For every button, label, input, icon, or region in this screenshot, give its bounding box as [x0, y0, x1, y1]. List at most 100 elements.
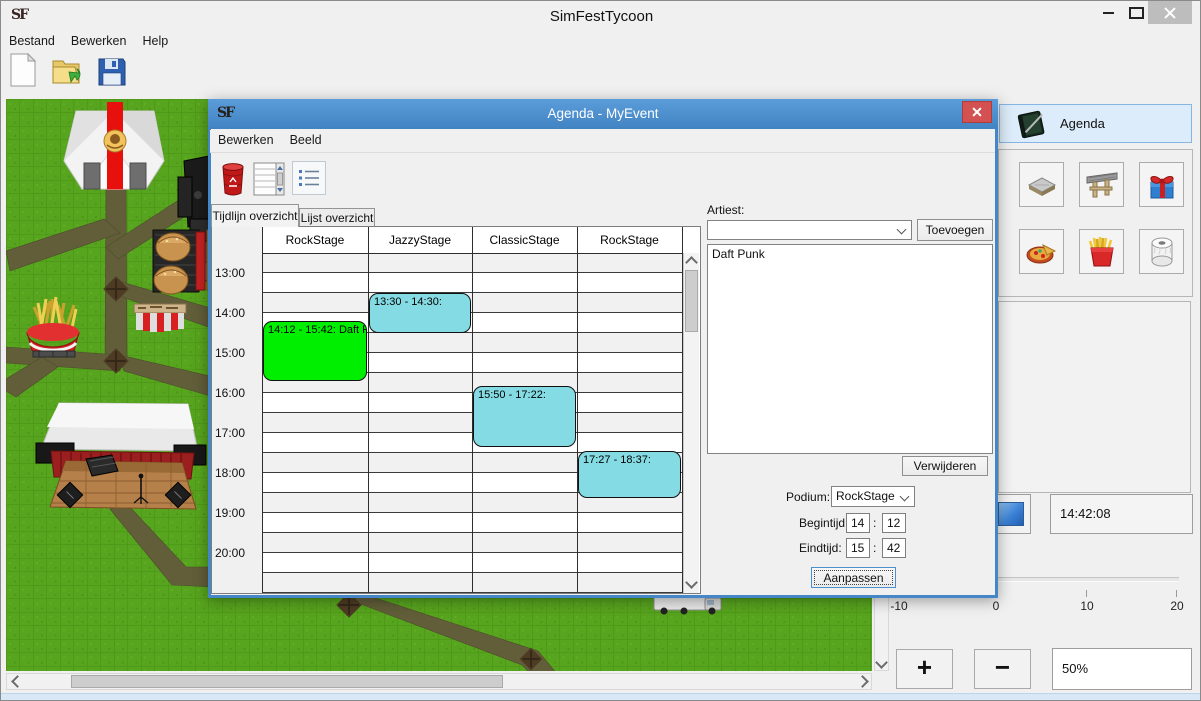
stage-column-header: ClassicStage [472, 227, 577, 253]
time-label: 19:00 [215, 506, 260, 520]
dialog-titlebar[interactable]: SF Agenda - MyEvent [208, 99, 998, 129]
window-titlebar: SF SimFestTycoon [1, 1, 1201, 32]
time-label: 20:00 [215, 546, 260, 560]
dialog-menu-item-bewerken[interactable]: Bewerken [210, 130, 282, 149]
slider-label: -10 [890, 599, 907, 613]
slider-tick [1086, 590, 1087, 597]
tab-lijst-overzicht[interactable]: Lijst overzicht [299, 208, 375, 227]
begin-time-label: Begintijd: [799, 516, 848, 530]
main-toolbar [1, 51, 1201, 95]
open-file-button[interactable] [49, 52, 85, 90]
end-minute-field[interactable] [882, 538, 906, 558]
end-hour-field[interactable] [846, 538, 870, 558]
stage-structure-icon [1085, 169, 1119, 201]
schedule-event[interactable]: 15:50 - 17:22: [473, 386, 576, 447]
menu-item-bewerken[interactable]: Bewerken [63, 31, 135, 50]
pizza-icon [1025, 237, 1059, 267]
list-view-icon [253, 161, 285, 197]
item-button-toilet-paper[interactable] [1139, 229, 1184, 274]
slider-label: 10 [1080, 599, 1093, 613]
dialog-close-button[interactable] [962, 101, 992, 123]
main-stage[interactable] [36, 403, 206, 509]
speed-slider-track[interactable] [993, 577, 1179, 582]
grid-line [368, 227, 369, 593]
agenda-dialog: SF Agenda - MyEvent BewerkenBeeld [208, 99, 998, 598]
delete-event-button[interactable] [219, 161, 247, 197]
schedule-scrollbar[interactable] [683, 253, 699, 593]
schedule-scroll-up-button[interactable] [684, 253, 699, 268]
minimize-icon [1103, 12, 1114, 14]
item-button-pavement[interactable] [1019, 162, 1064, 207]
begin-hour-field[interactable] [846, 513, 870, 533]
zoom-level-field[interactable]: 50% [1052, 648, 1192, 690]
grid-line [262, 227, 263, 593]
item-button-fries[interactable] [1079, 229, 1124, 274]
stage-column-header: JazzyStage [368, 227, 472, 253]
time-label: 15:00 [215, 346, 260, 360]
striped-stand[interactable] [134, 304, 186, 332]
schedule-event[interactable]: 17:27 - 18:37: [578, 451, 681, 498]
chevron-left-icon [11, 675, 24, 688]
slider-tick [1176, 590, 1177, 597]
map-scroll-down-button[interactable] [875, 656, 888, 671]
dialog-toolbar [210, 153, 995, 203]
status-bar [1, 693, 1201, 701]
dialog-menu-item-beeld[interactable]: Beeld [282, 130, 330, 149]
grid-line [577, 227, 578, 593]
trash-icon [220, 162, 246, 196]
time-label: 17:00 [215, 426, 260, 440]
map-scroll-left-button[interactable] [7, 674, 23, 689]
gift-icon [1145, 169, 1179, 201]
zoom-out-button[interactable]: − [974, 649, 1031, 689]
artist-listbox[interactable]: Daft Punk [707, 244, 993, 454]
map-scroll-right-button[interactable] [856, 674, 872, 689]
menu-item-bestand[interactable]: Bestand [1, 31, 63, 50]
open-folder-icon [51, 55, 83, 87]
minimize-button[interactable] [1094, 1, 1122, 25]
list-overview-button[interactable] [292, 161, 326, 195]
header-line [262, 253, 682, 254]
schedule-table: RockStageJazzyStageClassicStageRockStage… [211, 226, 701, 594]
schedule-event[interactable]: 14:12 - 15:42: Daft Punk [263, 321, 367, 381]
artist-combobox[interactable] [707, 220, 912, 240]
tab-tijdlijn-overzicht[interactable]: Tijdlijn overzicht [211, 204, 299, 227]
schedule-event[interactable]: 13:30 - 14:30: [369, 293, 471, 333]
podium-label: Podium: [786, 490, 830, 504]
artist-label: Artiest: [707, 203, 744, 217]
chevron-down-icon [875, 656, 888, 669]
new-file-button[interactable] [5, 51, 41, 89]
map-hscroll-thumb[interactable] [71, 675, 503, 688]
close-button[interactable] [1148, 1, 1192, 24]
main-menubar: BestandBewerkenHelp [1, 31, 1201, 51]
tent[interactable] [64, 109, 164, 189]
chevron-down-icon [897, 225, 907, 235]
schedule-scroll-thumb[interactable] [685, 270, 698, 332]
slider-label: 20 [1170, 599, 1183, 613]
item-button-gift[interactable] [1139, 162, 1184, 207]
apply-button[interactable]: Aanpassen [811, 567, 896, 588]
maximize-button[interactable] [1122, 1, 1150, 25]
maximize-icon [1129, 7, 1144, 19]
artist-list-item[interactable]: Daft Punk [708, 245, 992, 263]
save-file-button[interactable] [94, 53, 130, 91]
begin-minute-field[interactable] [882, 513, 906, 533]
podium-combobox[interactable]: RockStage [831, 486, 915, 507]
add-artist-button[interactable]: Toevoegen [917, 219, 993, 241]
item-button-pizza[interactable] [1019, 229, 1064, 274]
item-button-stage-structure[interactable] [1079, 162, 1124, 207]
stage-column-header: RockStage [577, 227, 682, 253]
agenda-button[interactable]: Agenda [999, 104, 1192, 143]
zoom-in-button[interactable]: + [896, 649, 953, 689]
game-clock: 14:42:08 [1050, 494, 1193, 534]
timeline-view-button[interactable] [252, 159, 286, 199]
menu-item-help[interactable]: Help [134, 31, 176, 50]
map-horizontal-scrollbar[interactable] [6, 673, 872, 690]
schedule-scroll-down-button[interactable] [684, 576, 699, 591]
chevron-right-icon [856, 675, 869, 688]
time-colon: : [873, 541, 876, 555]
stage-column-header: RockStage [262, 227, 368, 253]
time-label: 13:00 [215, 266, 260, 280]
remove-button[interactable]: Verwijderen [902, 456, 988, 476]
info-groupbox [998, 301, 1191, 493]
podium-combobox-value: RockStage [836, 489, 895, 503]
